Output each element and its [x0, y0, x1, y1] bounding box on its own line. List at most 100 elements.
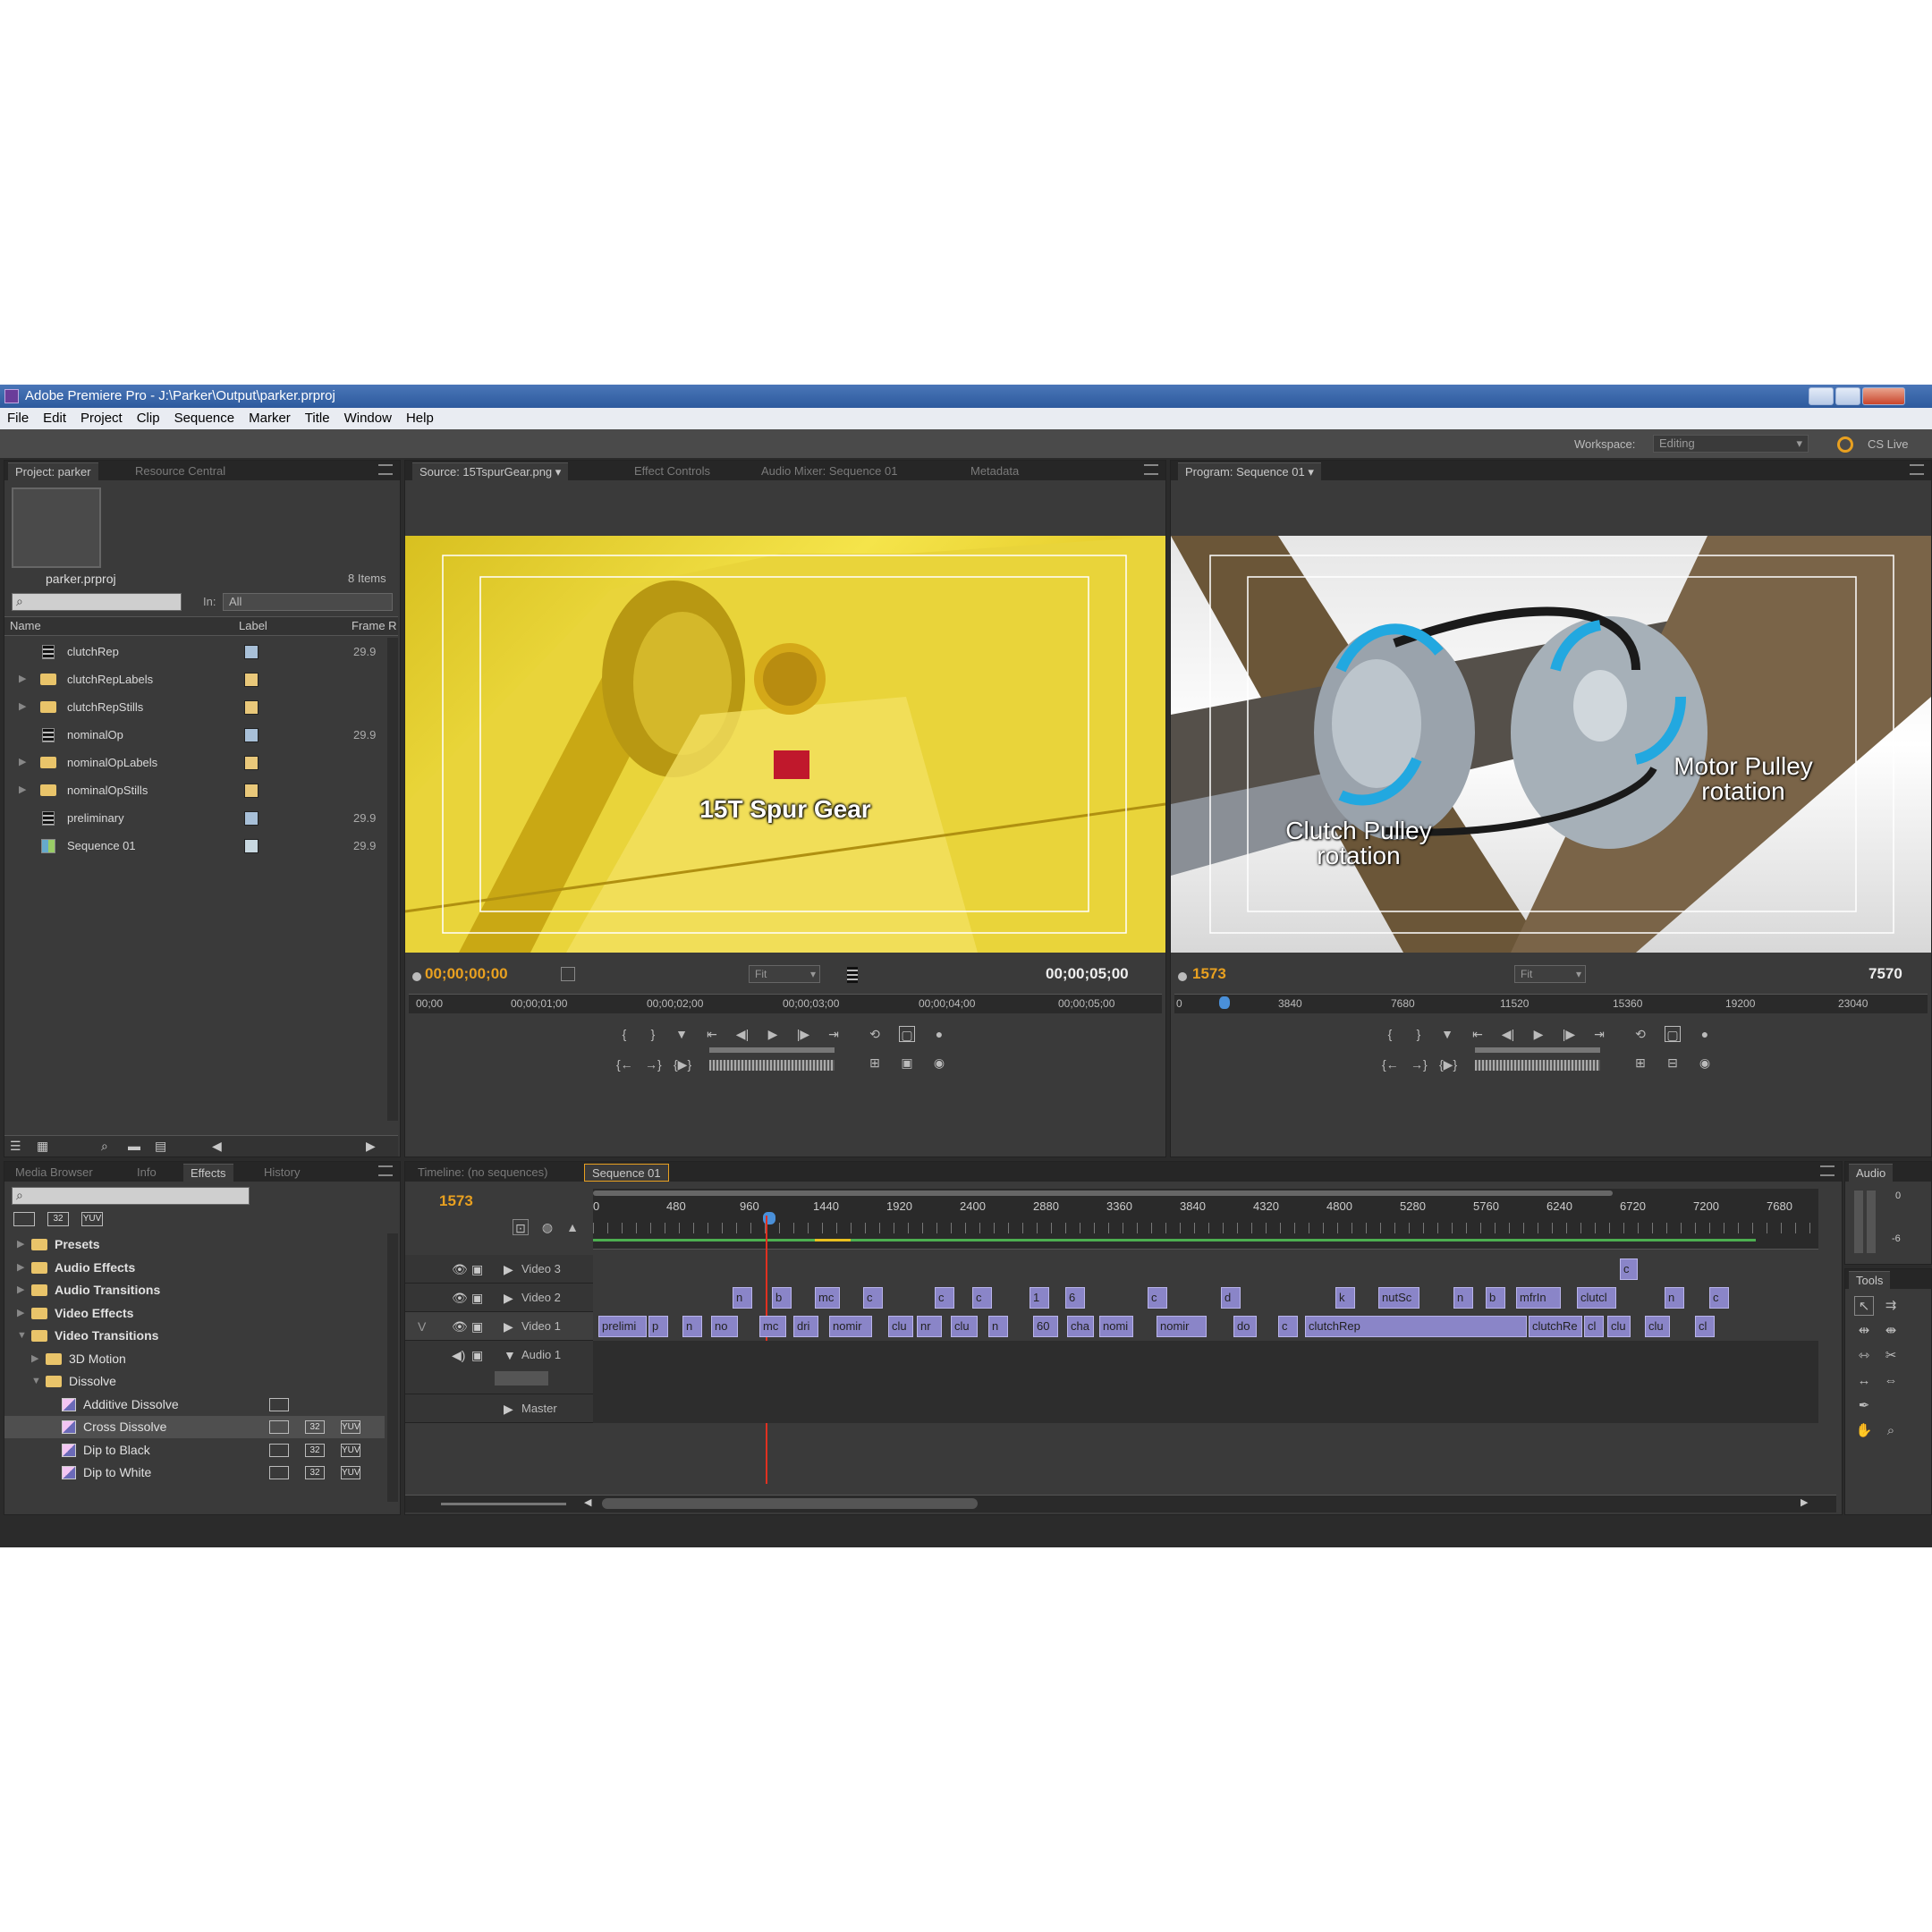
track-select-tool-icon[interactable]: ⇉ [1881, 1296, 1901, 1316]
jog-disk[interactable] [1475, 1060, 1600, 1071]
set-encore-marker-icon[interactable]: ◍ [539, 1219, 555, 1235]
timeline-clip[interactable]: prelimi [598, 1316, 647, 1337]
timeline-clip[interactable]: 6 [1065, 1287, 1085, 1309]
close-button[interactable] [1862, 387, 1905, 405]
tab-resource-central[interactable]: Resource Central [128, 462, 233, 480]
razor-tool-icon[interactable]: ✂ [1881, 1346, 1901, 1366]
track-video2[interactable]: n b mc c c c 1 6 c d k nutSc n b mfrIn clutcl n c [593, 1284, 1818, 1312]
menu-title[interactable]: Title [298, 408, 337, 429]
speaker-icon[interactable]: ◀) [452, 1348, 465, 1363]
timeline-clip[interactable]: do [1233, 1316, 1257, 1337]
timeline-clip[interactable]: 1 [1030, 1287, 1049, 1309]
tab-source[interactable]: Source: 15TspurGear.png ▾ [412, 462, 569, 480]
loop-icon[interactable]: ⟲ [1632, 1026, 1648, 1042]
go-to-next-marker-icon[interactable]: →} [645, 1056, 662, 1072]
panel-menu-icon[interactable] [1144, 464, 1158, 475]
expand-triangle-icon[interactable]: ▶ [17, 1302, 24, 1325]
in-dropdown[interactable]: All [223, 593, 393, 611]
rolling-edit-tool-icon[interactable]: ⇼ [1881, 1321, 1901, 1341]
tab-audio-mixer[interactable]: Audio Mixer: Sequence 01 [754, 462, 904, 480]
timeline-clip[interactable]: mc [759, 1316, 786, 1337]
timeline-clip[interactable]: c [1148, 1287, 1167, 1309]
lock-icon[interactable]: ▣ [471, 1319, 483, 1335]
scroll-right-icon[interactable]: ▶ [1801, 1496, 1808, 1508]
drag-video-icon[interactable] [847, 967, 858, 983]
shuttle-slider[interactable] [709, 1047, 835, 1053]
timeline-clip[interactable]: c [863, 1287, 883, 1309]
label-color-swatch[interactable] [244, 784, 258, 798]
effect-transition-item[interactable]: Additive Dissolve [4, 1394, 385, 1416]
list-view-icon[interactable]: ☰ [10, 1139, 21, 1154]
project-item[interactable]: Sequence 01 29.9 [4, 832, 385, 860]
go-to-in-icon[interactable]: ⇤ [1470, 1026, 1486, 1042]
selection-tool-icon[interactable]: ↖ [1854, 1296, 1874, 1316]
effect-transition-item[interactable]: Dip to White 32 YUV [4, 1462, 385, 1484]
timeline-clip[interactable]: dri [793, 1316, 818, 1337]
tab-sequence-01[interactable]: Sequence 01 [584, 1164, 669, 1182]
tab-effect-controls[interactable]: Effect Controls [627, 462, 717, 480]
play-icon[interactable]: ▶ [765, 1026, 781, 1042]
timeline-clip[interactable]: mfrIn [1516, 1287, 1561, 1309]
timeline-clip[interactable]: clu [1645, 1316, 1670, 1337]
effects-scrollbar[interactable] [387, 1233, 398, 1502]
rate-stretch-tool-icon[interactable]: ⇿ [1854, 1346, 1874, 1366]
go-to-out-icon[interactable]: ⇥ [1591, 1026, 1607, 1042]
tab-metadata[interactable]: Metadata [963, 462, 1026, 480]
shuttle-slider[interactable] [1475, 1047, 1600, 1053]
project-item[interactable]: clutchRep 29.9 [4, 638, 385, 665]
timeline-clip[interactable]: clutcl [1577, 1287, 1616, 1309]
32-bit-effects-icon[interactable]: 32 [47, 1212, 69, 1226]
slide-tool-icon[interactable]: ⇔ [1881, 1371, 1901, 1391]
effect-transition-item[interactable]: Cross Dissolve 32 YUV [4, 1416, 385, 1438]
timeline-clip[interactable]: n [988, 1316, 1008, 1337]
cs-live-icon[interactable] [1837, 436, 1853, 453]
scroll-left-icon[interactable]: ◀ [212, 1139, 222, 1154]
label-color-swatch[interactable] [244, 756, 258, 770]
tab-media-browser[interactable]: Media Browser [8, 1164, 100, 1182]
expand-triangle-icon[interactable]: ▶ [17, 1257, 24, 1279]
expand-triangle-icon[interactable]: ▶ [19, 749, 26, 776]
icon-view-icon[interactable]: ▦ [37, 1139, 48, 1154]
timeline-clip[interactable]: clutchRep [1305, 1316, 1527, 1337]
play-icon[interactable]: ▶ [1530, 1026, 1546, 1042]
source-video-frame[interactable]: 15T Spur Gear [405, 536, 1165, 953]
play-in-to-out-icon[interactable]: {▶} [1439, 1056, 1457, 1072]
track-video3[interactable]: c [593, 1255, 1818, 1284]
menu-window[interactable]: Window [337, 408, 399, 429]
tab-info[interactable]: Info [130, 1164, 164, 1182]
scroll-right-icon[interactable]: ▶ [366, 1139, 376, 1154]
panel-menu-icon[interactable] [1820, 1165, 1835, 1176]
label-color-swatch[interactable] [244, 811, 258, 826]
ripple-edit-tool-icon[interactable]: ⇹ [1854, 1321, 1874, 1341]
effects-folder[interactable]: ▼ Video Transitions [4, 1325, 385, 1347]
timeline-clip[interactable]: cha [1067, 1316, 1094, 1337]
timeline-clip[interactable]: n [733, 1287, 752, 1309]
timeline-clip[interactable]: n [1665, 1287, 1684, 1309]
expand-triangle-icon[interactable]: ▶ [17, 1233, 24, 1256]
effects-folder[interactable]: ▶ Audio Transitions [4, 1279, 385, 1301]
go-to-out-icon[interactable]: ⇥ [826, 1026, 842, 1042]
effects-folder[interactable]: ▶ Video Effects [4, 1302, 385, 1325]
safe-margin-icon[interactable] [561, 967, 575, 981]
tab-project[interactable]: Project: parker [8, 462, 98, 480]
expand-triangle-icon[interactable]: ▶ [504, 1262, 513, 1277]
label-color-swatch[interactable] [244, 700, 258, 715]
source-zoom-dropdown[interactable]: Fit ▾ [749, 965, 820, 983]
timeline-clip[interactable]: clu [888, 1316, 913, 1337]
expand-triangle-icon[interactable]: ▶ [19, 693, 26, 721]
step-back-icon[interactable]: ◀| [734, 1026, 750, 1042]
track-video1[interactable]: prelimi p n no mc dri nomir clu nr clu n 60 cha nomi n… [593, 1312, 1818, 1341]
menu-edit[interactable]: Edit [36, 408, 73, 429]
pen-tool-icon[interactable]: ✒ [1854, 1396, 1874, 1416]
source-time-ruler[interactable]: 00;00 00;00;01;00 00;00;02;00 00;00;03;0… [409, 994, 1162, 1013]
program-zoom-dropdown[interactable]: Fit ▾ [1514, 965, 1586, 983]
source-timecode-in[interactable]: 00;00;00;00 [425, 965, 508, 983]
play-in-to-out-icon[interactable]: {▶} [674, 1056, 691, 1072]
collapse-triangle-icon[interactable]: ▼ [17, 1325, 27, 1347]
timeline-clip[interactable]: n [682, 1316, 702, 1337]
program-video-frame[interactable]: Clutch Pulley rotation Motor Pulley rotati… [1171, 536, 1931, 953]
expand-triangle-icon[interactable]: ▶ [504, 1319, 513, 1335]
menu-project[interactable]: Project [73, 408, 130, 429]
accelerated-effects-icon[interactable] [13, 1212, 35, 1226]
tab-program[interactable]: Program: Sequence 01 ▾ [1178, 462, 1321, 480]
